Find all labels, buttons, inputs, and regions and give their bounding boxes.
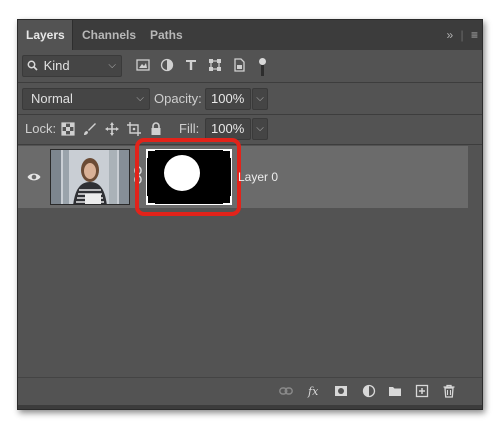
- divider: [18, 82, 482, 83]
- add-mask-icon[interactable]: [334, 384, 348, 398]
- shape-filter-icon[interactable]: [208, 58, 222, 72]
- smart-object-filter-icon[interactable]: [232, 58, 246, 72]
- lock-row: Lock: Fill: 100% ⌵: [18, 118, 482, 140]
- panel-menu-icon[interactable]: ≡: [471, 20, 478, 50]
- blend-mode-value: Normal: [31, 91, 73, 106]
- fill-label: Fill:: [179, 121, 200, 136]
- layers-panel: Layers Channels Paths » | ≡ Kind ⌵ Norma…: [17, 19, 483, 410]
- lock-artboard-icon[interactable]: [127, 122, 141, 136]
- layer-name[interactable]: Layer 0: [238, 146, 278, 208]
- new-layer-icon[interactable]: [415, 384, 429, 398]
- panel-bottom-edge: [18, 405, 482, 409]
- lock-image-icon[interactable]: [83, 122, 97, 136]
- photo-image: [51, 150, 129, 204]
- fill-dropdown-button[interactable]: ⌵: [252, 118, 268, 140]
- filter-kind-select[interactable]: Kind ⌵: [22, 55, 122, 77]
- chevron-down-icon: ⌵: [136, 93, 144, 104]
- trash-icon[interactable]: [442, 384, 456, 398]
- opacity-label: Opacity:: [154, 91, 202, 106]
- filter-toggle[interactable]: [259, 58, 266, 78]
- tab-channels[interactable]: Channels: [74, 20, 142, 50]
- blend-mode-select[interactable]: Normal ⌵: [22, 88, 150, 110]
- divider: [18, 144, 482, 145]
- filter-kind-label: Kind: [43, 58, 70, 73]
- filter-row: Kind ⌵: [18, 55, 482, 78]
- pixel-filter-icon[interactable]: [136, 58, 150, 72]
- adjustment-filter-icon[interactable]: [160, 58, 174, 72]
- collapse-panels-icon[interactable]: »: [446, 20, 453, 50]
- type-filter-icon[interactable]: [184, 58, 198, 72]
- lock-position-icon[interactable]: [105, 122, 119, 136]
- layers-scrollbar[interactable]: [468, 146, 482, 371]
- group-icon[interactable]: [388, 384, 402, 398]
- fx-icon[interactable]: fx: [307, 384, 323, 398]
- layer-row[interactable]: Layer 0: [18, 138, 468, 216]
- layer-thumbnail[interactable]: [50, 149, 130, 205]
- separator: |: [460, 28, 464, 42]
- fill-input[interactable]: 100%: [205, 118, 251, 140]
- tab-paths[interactable]: Paths: [142, 20, 194, 50]
- link-layers-icon[interactable]: [279, 384, 293, 398]
- lock-transparent-icon[interactable]: [61, 122, 75, 136]
- adjustment-layer-icon[interactable]: [362, 384, 376, 398]
- eye-icon[interactable]: [27, 172, 41, 182]
- lock-label: Lock:: [25, 121, 57, 136]
- lock-all-icon[interactable]: [149, 122, 163, 136]
- tab-layers[interactable]: Layers: [18, 20, 73, 50]
- svg-text:fx: fx: [307, 385, 319, 398]
- red-highlight-outline: [135, 138, 241, 216]
- panel-tab-bar: Layers Channels Paths » | ≡: [18, 20, 482, 50]
- chevron-down-icon: ⌵: [108, 60, 116, 71]
- opacity-dropdown-button[interactable]: ⌵: [252, 88, 268, 110]
- toggle-track: [261, 65, 264, 76]
- bottom-toolbar: fx: [18, 377, 482, 405]
- panel-controls: » | ≡: [442, 20, 478, 50]
- divider: [18, 114, 482, 115]
- opacity-input[interactable]: 100%: [205, 88, 251, 110]
- blend-row: Normal ⌵ Opacity: 100% ⌵: [18, 88, 482, 110]
- search-icon: [27, 60, 38, 71]
- toggle-knob: [259, 58, 266, 65]
